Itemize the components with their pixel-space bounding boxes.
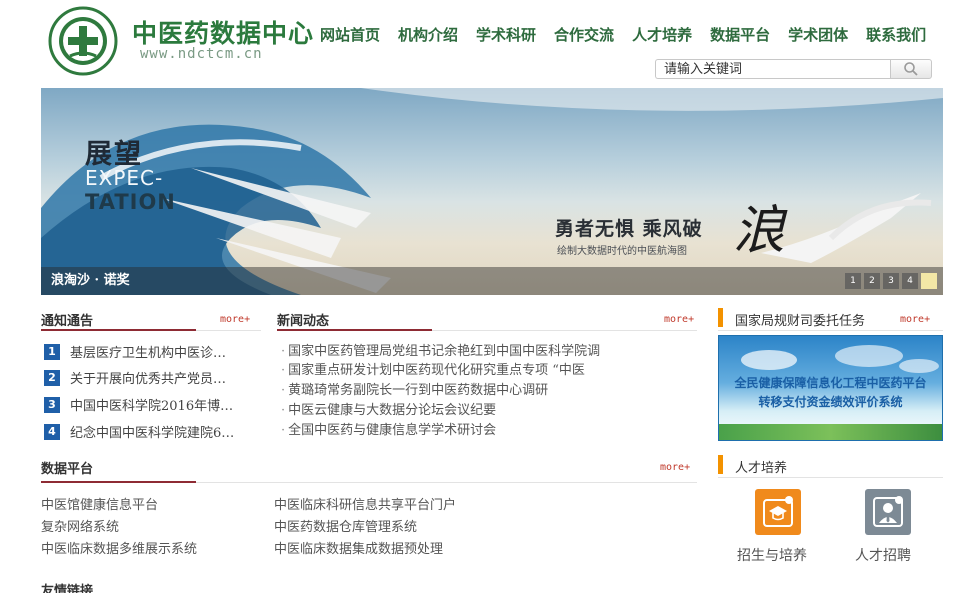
promo-grass <box>719 424 942 440</box>
notice-number: 3 <box>44 396 60 413</box>
news-item[interactable]: 国家中医药管理局党组书记余艳红到中国中医科学院调 <box>281 340 647 359</box>
platform-link[interactable]: 中医临床科研信息共享平台门户 <box>274 494 456 513</box>
talent-divider <box>718 477 943 478</box>
nav-academic-groups[interactable]: 学术团体 <box>788 24 848 45</box>
nav-about[interactable]: 机构介绍 <box>398 24 458 45</box>
hero-banner[interactable]: 展望 EXPEC- TATION 勇者无惧 乘风破 浪 绘制大数据时代的中医航海… <box>41 88 943 295</box>
banner-calligraphy: 浪 <box>733 201 786 261</box>
tasks-title: 国家局规财司委托任务 <box>735 314 866 329</box>
promo-line-1: 全民健康保障信息化工程中医药平台 <box>734 376 927 390</box>
search-input[interactable] <box>655 59 891 79</box>
notice-text[interactable]: 纪念中国中医科学院建院6… <box>70 422 234 441</box>
news-item[interactable]: 国家重点研发计划中医药现代化研究重点专项 “中医 <box>281 359 647 378</box>
news-more-link[interactable]: more+ <box>664 314 694 325</box>
nav-data-platform[interactable]: 数据平台 <box>710 24 770 45</box>
platforms-title: 数据平台 <box>41 462 94 477</box>
tasks-title-marker <box>718 308 723 327</box>
banner-caption-bar <box>41 267 943 295</box>
search-button[interactable] <box>890 59 932 79</box>
recruitment-tile[interactable] <box>865 489 911 535</box>
banner-page-5[interactable] <box>921 273 937 289</box>
nav-contact[interactable]: 联系我们 <box>866 24 926 45</box>
main-nav: 网站首页 机构介绍 学术科研 合作交流 人才培养 数据平台 学术团体 联系我们 <box>320 24 926 45</box>
banner-title-en-2: TATION <box>85 190 176 214</box>
notice-item[interactable]: 4 纪念中国中医科学院建院6… <box>44 422 234 441</box>
news-item[interactable]: 全国中医药与健康信息学学术研讨会 <box>281 419 647 438</box>
notice-number: 4 <box>44 423 60 440</box>
banner-caption[interactable]: 浪淘沙 · 诺奖 <box>51 269 130 288</box>
admissions-label[interactable]: 招生与培养 <box>737 545 807 565</box>
platform-link[interactable]: 中医临床数据集成数据预处理 <box>274 538 443 557</box>
notice-item[interactable]: 1 基层医疗卫生机构中医诊… <box>44 342 226 361</box>
logo-seal[interactable] <box>48 6 118 76</box>
banner-page-3[interactable]: 3 <box>883 273 899 289</box>
admissions-tile[interactable] <box>755 489 801 535</box>
person-tie-icon <box>873 496 903 527</box>
nav-research[interactable]: 学术科研 <box>476 24 536 45</box>
banner-title-en-1: EXPEC- <box>85 166 164 190</box>
site-name[interactable]: 中医药数据中心 <box>132 14 314 50</box>
banner-subtitle: 绘制大数据时代的中医航海图 <box>557 246 687 257</box>
promo-line-2: 转移支付资金绩效评价系统 <box>758 395 903 409</box>
graduation-cap-icon <box>763 496 793 527</box>
task-promo-banner[interactable]: 全民健康保障信息化工程中医药平台 转移支付资金绩效评价系统 <box>718 335 943 441</box>
talent-title: 人才培养 <box>735 461 788 476</box>
tasks-divider <box>718 330 943 331</box>
platform-link[interactable]: 中医临床数据多维展示系统 <box>41 538 197 557</box>
news-title-underline <box>277 329 432 331</box>
platform-link[interactable]: 中医药数据仓库管理系统 <box>274 516 417 535</box>
notices-title-underline <box>41 329 196 331</box>
notice-item[interactable]: 2 关于开展向优秀共产党员… <box>44 368 226 387</box>
banner-slogan: 勇者无惧 乘风破 <box>555 218 703 240</box>
notices-title: 通知通告 <box>41 314 94 329</box>
talent-title-marker <box>718 455 723 474</box>
news-item[interactable]: 中医云健康与大数据分论坛会议纪要 <box>281 399 647 418</box>
banner-page-1[interactable]: 1 <box>845 273 861 289</box>
platforms-title-underline <box>41 481 196 483</box>
search-icon <box>904 62 918 76</box>
platform-link[interactable]: 复杂网络系统 <box>41 516 119 535</box>
notice-item[interactable]: 3 中国中医科学院2016年博… <box>44 395 233 414</box>
notice-text[interactable]: 中国中医科学院2016年博… <box>70 395 233 414</box>
banner-pagination: 1 2 3 4 <box>845 273 937 289</box>
tasks-more-link[interactable]: more+ <box>900 314 930 325</box>
notice-text[interactable]: 关于开展向优秀共产党员… <box>70 368 226 387</box>
notices-more-link[interactable]: more+ <box>220 314 250 325</box>
news-item[interactable]: 黄璐琦常务副院长一行到中医药数据中心调研 <box>281 379 647 398</box>
friend-links-title: 友情链接 <box>41 584 94 593</box>
platforms-more-link[interactable]: more+ <box>660 462 690 473</box>
site-url[interactable]: www.ndctcm.cn <box>140 46 263 62</box>
recruitment-label[interactable]: 人才招聘 <box>855 545 911 565</box>
nav-cooperation[interactable]: 合作交流 <box>554 24 614 45</box>
nav-talent[interactable]: 人才培养 <box>632 24 692 45</box>
banner-wave-art <box>41 88 943 295</box>
banner-page-2[interactable]: 2 <box>864 273 880 289</box>
nav-home[interactable]: 网站首页 <box>320 24 380 45</box>
news-title: 新闻动态 <box>277 314 330 329</box>
notice-number: 2 <box>44 369 60 386</box>
platform-link[interactable]: 中医馆健康信息平台 <box>41 494 158 513</box>
notice-number: 1 <box>44 343 60 360</box>
banner-page-4[interactable]: 4 <box>902 273 918 289</box>
notice-text[interactable]: 基层医疗卫生机构中医诊… <box>70 342 226 361</box>
